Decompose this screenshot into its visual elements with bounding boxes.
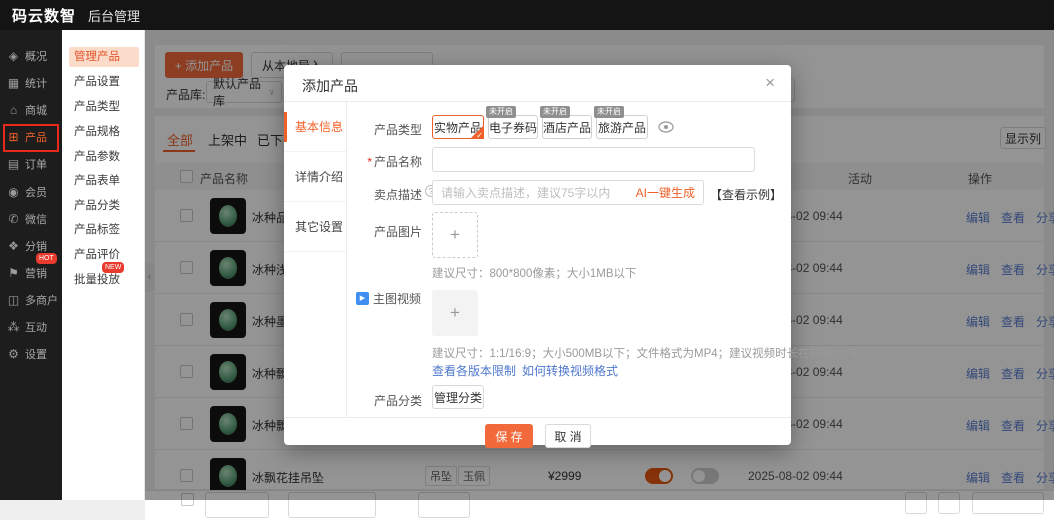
type-physical-button[interactable]: 实物产品 ✓ [432, 115, 484, 139]
distribution-icon: ❖ [7, 239, 20, 253]
sidebar-item-wechat[interactable]: ✆ 微信 [0, 205, 62, 232]
overview-icon: ◈ [7, 49, 20, 63]
video-icon: ▶ [356, 292, 369, 305]
sidebar-item-label: 订单 [25, 156, 47, 172]
sidebar-item-label: 商城 [25, 102, 47, 118]
sidebar-item-label: 互动 [25, 319, 47, 335]
plus-icon: + [450, 225, 460, 245]
brand-logo: 码云数智 [12, 5, 76, 26]
type-travel-button[interactable]: 旅游产品 [596, 115, 648, 139]
modal-tab-column: 基本信息 详情介绍 其它设置 [284, 102, 347, 417]
view-example-link[interactable]: 【查看示例】 [710, 186, 782, 203]
gear-icon: ⚙ [7, 347, 20, 361]
type-ecoupon-button[interactable]: 电子券码 [488, 115, 538, 139]
sidebar-item-label: 微信 [25, 211, 47, 227]
wechat-icon: ✆ [7, 212, 20, 226]
sidebar-item-members[interactable]: ◉ 会员 [0, 178, 62, 205]
disabled-badge: 未开启 [594, 106, 624, 118]
disabled-badge: 未开启 [486, 106, 516, 118]
sidebar-item-product[interactable]: ⊞ 产品 [0, 123, 62, 150]
product-type-label: 产品类型 [348, 121, 422, 138]
check-icon: ✓ [476, 131, 483, 140]
product-name-label: *产品名称 [348, 153, 422, 170]
app-subtitle: 后台管理 [88, 6, 140, 25]
secondary-sidebar: 管理产品 产品设置 产品类型 产品规格 产品参数 产品表单 产品分类 产品标签 … [62, 30, 145, 500]
required-asterisk: * [367, 155, 372, 169]
submenu-item-product-forms[interactable]: 产品表单 [69, 171, 139, 191]
primary-sidebar: ◈ 概况 ▦ 统计 ⌂ 商城 ⊞ 产品 ▤ 订单 ◉ 会员 ✆ 微信 ❖ 分销 ⚑ 营销 ◫ 多商户… [0, 30, 62, 500]
sidebar-item-orders[interactable]: ▤ 订单 [0, 150, 62, 177]
type-label: 电子券码 [489, 119, 537, 136]
modal-tab-basic-info[interactable]: 基本信息 [284, 102, 346, 152]
modal-tab-detail[interactable]: 详情介绍 [284, 152, 346, 202]
sidebar-item-label: 概况 [25, 48, 47, 64]
hot-badge: HOT [36, 253, 57, 264]
interaction-icon: ⁂ [7, 320, 20, 334]
sidebar-item-multimerchant[interactable]: ◫ 多商户 [0, 286, 62, 313]
product-category-label: 产品分类 [348, 392, 422, 409]
sidebar-item-mall[interactable]: ⌂ 商城 [0, 96, 62, 123]
sidebar-item-overview[interactable]: ◈ 概况 [0, 42, 62, 69]
product-name-input[interactable] [432, 147, 755, 172]
type-label: 酒店产品 [543, 119, 591, 136]
sidebar-item-interaction[interactable]: ⁂ 互动 [0, 313, 62, 340]
sidebar-item-label: 设置 [25, 346, 47, 362]
sidebar-item-label: 分销 [25, 238, 47, 254]
members-icon: ◉ [7, 185, 20, 199]
submenu-item-product-specs[interactable]: 产品规格 [69, 122, 139, 142]
marketing-flag-icon: ⚑ [7, 266, 20, 280]
preview-eye-icon[interactable] [658, 121, 674, 136]
product-icon: ⊞ [7, 130, 20, 144]
main-video-label: ▶ 主图视频 [356, 290, 421, 307]
sidebar-item-label: 统计 [25, 75, 47, 91]
video-size-tip: 建议尺寸：1:1/16:9；大小500MB以下；文件格式为MP4；建议视频时长在… [432, 345, 857, 361]
save-button[interactable]: 保 存 [485, 424, 533, 448]
submenu-item-product-categories[interactable]: 产品分类 [69, 196, 139, 216]
cancel-button[interactable]: 取 消 [545, 424, 591, 448]
product-image-label: 产品图片 [348, 223, 422, 240]
submenu-item-manage-products[interactable]: 管理产品 [69, 47, 139, 67]
sidebar-item-label: 多商户 [25, 292, 58, 308]
sidebar-item-stats[interactable]: ▦ 统计 [0, 69, 62, 96]
image-upload-box[interactable]: + [432, 212, 478, 258]
submenu-item-product-params[interactable]: 产品参数 [69, 147, 139, 167]
modal-tab-other[interactable]: 其它设置 [284, 202, 346, 252]
disabled-badge: 未开启 [540, 106, 570, 118]
sidebar-item-label: 产品 [25, 129, 47, 145]
type-label: 旅游产品 [598, 119, 646, 136]
multimerchant-icon: ◫ [7, 293, 20, 307]
topbar: 码云数智 后台管理 [0, 0, 1054, 30]
video-upload-box[interactable]: + [432, 290, 478, 336]
convert-format-link[interactable]: 如何转换视频格式 [522, 362, 618, 379]
close-icon[interactable]: × [765, 73, 775, 93]
modal-footer: 保 存 取 消 [284, 417, 791, 445]
modal-header: 添加产品 × [284, 65, 791, 102]
plus-icon: + [450, 303, 460, 323]
submenu-item-batch-publish[interactable]: 批量投放 [69, 270, 139, 290]
version-limits-link[interactable]: 查看各版本限制 [432, 362, 516, 379]
sidebar-item-label: 营销 [25, 265, 47, 281]
stats-icon: ▦ [7, 76, 20, 90]
ai-generate-link[interactable]: AI一键生成 [636, 184, 695, 201]
orders-icon: ▤ [7, 157, 20, 171]
type-hotel-button[interactable]: 酒店产品 [542, 115, 592, 139]
sidebar-item-settings[interactable]: ⚙ 设置 [0, 340, 62, 367]
add-product-modal: 添加产品 × 基本信息 详情介绍 其它设置 产品类型 实物产品 ✓ 电子券码 未… [284, 65, 791, 445]
submenu-item-product-types[interactable]: 产品类型 [69, 97, 139, 117]
new-badge: NEW [102, 262, 124, 273]
selling-point-placeholder: 请输入卖点描述，建议75字以内 [441, 184, 610, 201]
selling-point-label: 卖点描述 [348, 186, 422, 203]
image-size-tip: 建议尺寸：800*800像素；大小1MB以下 [432, 265, 637, 281]
submenu-item-product-tags[interactable]: 产品标签 [69, 220, 139, 240]
submenu-item-product-settings[interactable]: 产品设置 [69, 72, 139, 92]
manage-category-button[interactable]: 管理分类 [432, 385, 484, 409]
selling-point-input[interactable]: 请输入卖点描述，建议75字以内 AI一键生成 [432, 180, 704, 205]
sidebar-item-label: 会员 [25, 184, 47, 200]
mall-icon: ⌂ [7, 103, 20, 117]
modal-title: 添加产品 [302, 76, 358, 96]
